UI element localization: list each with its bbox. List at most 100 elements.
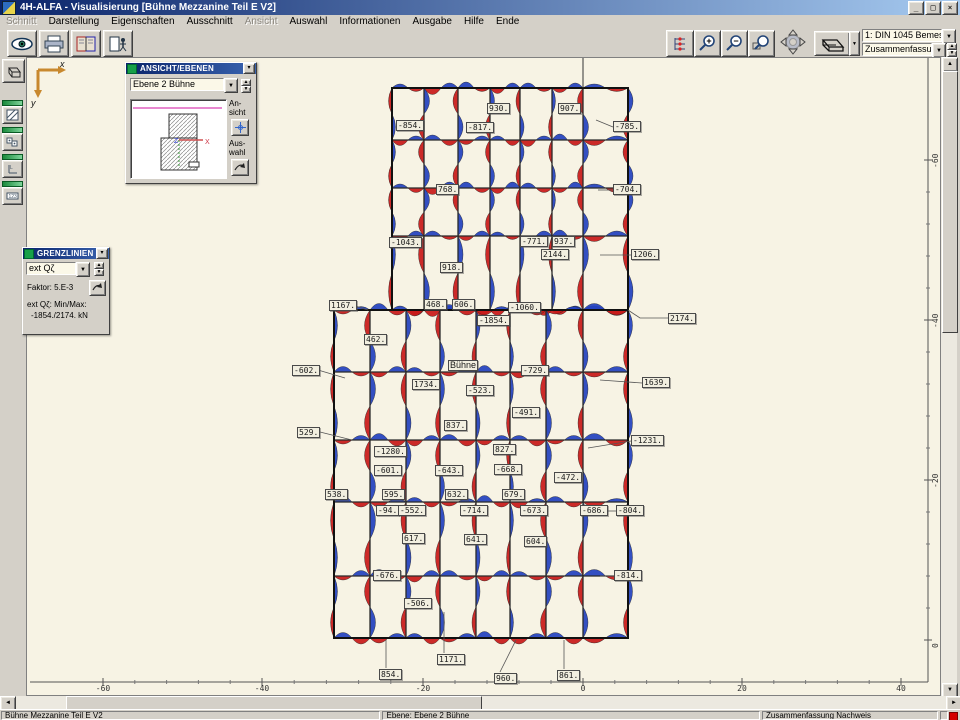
perspective-dropdown-arrow-icon[interactable]: ▼	[849, 31, 860, 56]
menu-item-ende[interactable]: Ende	[490, 16, 525, 27]
horizontal-scrollbar[interactable]: ◄ ►	[0, 696, 960, 709]
perspective-button[interactable]	[814, 31, 850, 56]
axes-icon: L	[2, 160, 23, 178]
menu-item-schnitt: Schnitt	[0, 16, 43, 27]
menu-item-darstellung[interactable]: Darstellung	[43, 16, 106, 27]
plan-preview-drawing: Z X	[131, 100, 224, 176]
title-bar[interactable]: 4H-ALFA - Visualisierung [Bühne Mezzanin…	[0, 0, 960, 15]
eye-icon	[11, 36, 33, 52]
ansicht-palette-title: ANSICHT/EBENEN	[140, 64, 243, 73]
minimized-palette-hatch[interactable]	[2, 100, 23, 124]
minimize-button[interactable]: _	[908, 1, 924, 15]
faktor-refresh-button[interactable]	[89, 280, 106, 296]
grenzlinien-combobox[interactable]: ext Qζ ▼	[26, 262, 90, 275]
result-combobox[interactable]: Zusammenfassung ▼	[862, 43, 946, 56]
result-spinner[interactable]: ▲▼	[947, 43, 957, 56]
palette-collapse-icon[interactable]: ▾	[243, 63, 255, 74]
vertical-scrollbar[interactable]: ▲ ▼	[941, 57, 957, 696]
app-icon	[2, 1, 16, 15]
plan-preview[interactable]: Z X	[130, 99, 227, 179]
scroll-up-icon[interactable]: ▲	[942, 57, 958, 72]
grenzlinien-palette[interactable]: GRENZLINIEN ▾ ext Qζ ▼ ▲▼ Faktor: 5.E-3 …	[22, 247, 110, 335]
x-axis-label: x	[59, 59, 65, 69]
palette-icon	[127, 64, 137, 74]
zoom-in-button[interactable]: +	[694, 30, 721, 57]
pan-icon	[776, 29, 810, 56]
projection-button[interactable]	[2, 59, 25, 83]
vscroll-thumb[interactable]	[942, 71, 958, 333]
zoom-out-button[interactable]: −	[721, 30, 748, 57]
maximize-button[interactable]: □	[925, 1, 941, 15]
application-window: 4H-ALFA - Visualisierung [Bühne Mezzanin…	[0, 0, 960, 720]
display-tree-icon	[671, 35, 689, 53]
ansicht-palette-titlebar[interactable]: ANSICHT/EBENEN ▾	[126, 63, 256, 74]
ebene-combobox[interactable]: Ebene 2 Bühne ▼	[130, 78, 238, 91]
menu-item-ansicht: Ansicht	[239, 16, 284, 27]
print-button[interactable]	[39, 30, 69, 57]
exit-door-icon	[107, 35, 129, 53]
auswahl-button[interactable]	[231, 159, 249, 176]
norm-combobox[interactable]: 1: DIN 1045 Bemessung ▼	[862, 29, 956, 42]
exit-button[interactable]	[103, 30, 133, 57]
zoom-in-icon: +	[698, 34, 717, 53]
minimized-palette-numbers[interactable]: 123	[2, 181, 23, 205]
status-ebene: Ebene: Ebene 2 Bühne	[382, 711, 760, 720]
pan-control[interactable]	[776, 29, 810, 56]
dropdown-arrow-icon[interactable]: ▼	[224, 78, 238, 93]
hatch-icon	[2, 106, 23, 124]
status-bar: Bühne Mezzanine Teil E V2 Ebene: Ebene 2…	[0, 709, 960, 720]
report-button[interactable]	[71, 30, 101, 57]
minmax-label: ext Qζ: Min/Max:	[27, 300, 87, 309]
menu-item-ausschnitt[interactable]: Ausschnitt	[181, 16, 239, 27]
numbers-icon: 123	[2, 187, 23, 205]
dice-icon	[2, 133, 23, 151]
zoom-out-icon: −	[725, 34, 744, 53]
status-extra	[940, 711, 948, 720]
printer-icon	[43, 35, 65, 53]
preview-z-label: Z	[174, 138, 179, 145]
ansicht-apply-button[interactable]	[231, 119, 249, 136]
ansicht-ebenen-palette[interactable]: ANSICHT/EBENEN ▾ Ebene 2 Bühne ▼ ▲▼ Z X	[125, 62, 257, 184]
menu-item-ausgabe[interactable]: Ausgabe	[406, 16, 457, 27]
ebene-spinner[interactable]: ▲▼	[241, 79, 251, 92]
spin-up-icon: ▲	[94, 262, 104, 269]
menu-item-hilfe[interactable]: Hilfe	[458, 16, 490, 27]
menu-item-informationen[interactable]: Informationen	[333, 16, 406, 27]
wire-cube-icon	[6, 64, 22, 78]
spin-up-icon: ▲	[241, 79, 251, 86]
minimized-palette-dice[interactable]	[2, 127, 23, 151]
left-toolbar: L 123	[0, 57, 27, 708]
display-options-button[interactable]	[666, 30, 694, 57]
auswahl-label: Aus- wahl	[229, 139, 245, 157]
toolbar: + − ▼ 1: DIN 1045 Bemessung ▼ Zusammenfa…	[0, 28, 960, 57]
book-icon	[75, 35, 97, 53]
palette-icon	[24, 249, 34, 259]
zoom-window-button[interactable]	[748, 30, 775, 57]
grenzlinien-spinner[interactable]: ▲▼	[94, 262, 104, 275]
dropdown-arrow-icon[interactable]: ▼	[76, 262, 90, 277]
palette-collapse-icon[interactable]: ▾	[96, 248, 108, 259]
grenzlinien-palette-titlebar[interactable]: GRENZLINIEN ▾	[23, 248, 109, 259]
dropdown-arrow-icon[interactable]: ▼	[942, 29, 956, 44]
spin-down-icon: ▼	[947, 50, 957, 57]
menu-item-auswahl[interactable]: Auswahl	[284, 16, 334, 27]
ansicht-label: An- sicht	[229, 99, 245, 117]
grenzlinien-combobox-value: ext Qζ	[26, 262, 76, 275]
cube-3d-icon	[819, 35, 845, 52]
menu-item-eigenschaften[interactable]: Eigenschaften	[105, 16, 180, 27]
window-title: 4H-ALFA - Visualisierung [Bühne Mezzanin…	[20, 2, 907, 13]
menu-bar: SchnittDarstellungEigenschaftenAusschnit…	[0, 15, 960, 29]
minmax-value: -1854./2174. kN	[31, 311, 88, 320]
svg-text:+: +	[706, 36, 711, 46]
minimized-palette-axes[interactable]: L	[2, 154, 23, 178]
dropdown-arrow-icon[interactable]: ▼	[932, 43, 946, 58]
spin-down-icon: ▼	[241, 86, 251, 93]
svg-text:−: −	[733, 36, 738, 46]
status-nachweis: Zusammenfassung Nachweis	[762, 711, 938, 720]
norm-combobox-value: 1: DIN 1045 Bemessung	[862, 29, 942, 42]
close-button[interactable]: ×	[942, 1, 958, 15]
ebene-combobox-value: Ebene 2 Bühne	[130, 78, 224, 91]
crosshair-icon	[235, 122, 246, 133]
view-eye-button[interactable]	[7, 30, 37, 57]
spin-down-icon: ▼	[94, 269, 104, 276]
